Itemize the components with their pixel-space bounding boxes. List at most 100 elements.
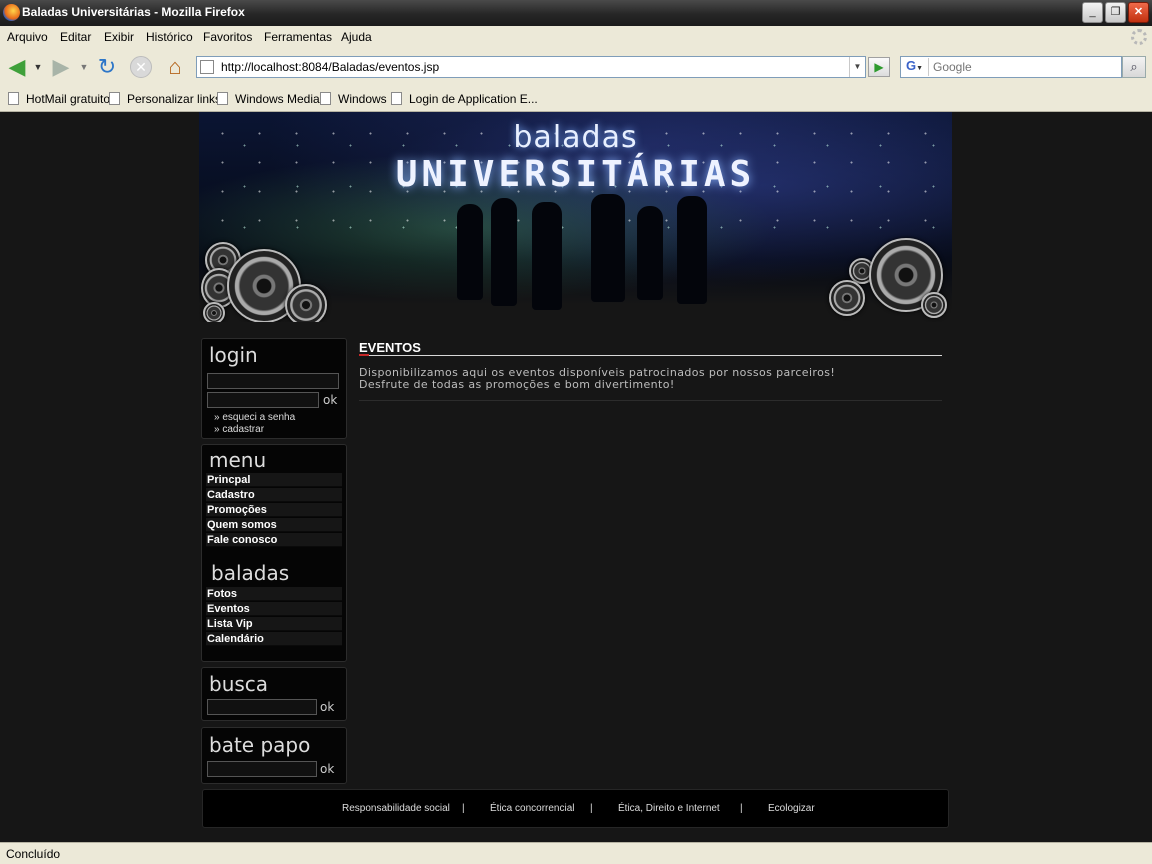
forgot-password-link[interactable]: » esqueci a senha [214, 412, 295, 423]
menu-ajuda[interactable]: Ajuda [341, 30, 372, 44]
firefox-icon [3, 4, 20, 21]
menu-item-fale-conosco[interactable]: Fale conosco [206, 533, 342, 547]
bookmark-hotmail[interactable]: HotMail gratuito [8, 92, 110, 106]
footer-link-responsabilidade-social[interactable]: Responsabilidade social [342, 803, 450, 814]
footer-link-etica-direito-internet[interactable]: Ética, Direito e Internet [618, 803, 720, 814]
bookmark-windows-media[interactable]: Windows Media [217, 92, 320, 106]
busca-input[interactable] [207, 699, 317, 715]
stop-icon[interactable]: ✕ [128, 54, 154, 80]
search-box[interactable]: G▼ [900, 56, 1122, 78]
menu-bar: Arquivo Editar Exibir Histórico Favorito… [0, 26, 1152, 48]
password-field[interactable] [207, 392, 319, 408]
minimize-button[interactable]: _ [1082, 2, 1103, 23]
search-site-box: busca ok [201, 667, 347, 721]
site-footer: Responsabilidade social | Ética concorre… [202, 789, 949, 828]
dancer-silhouette [637, 206, 663, 300]
go-button[interactable]: ▶ [868, 57, 890, 77]
bookmarks-toolbar: HotMail gratuito Personalizar links Wind… [0, 86, 1152, 112]
content-intro-line2: Desfrute de todas as promoções e bom div… [359, 378, 675, 391]
search-input[interactable] [933, 59, 1119, 75]
menu-editar[interactable]: Editar [60, 30, 91, 44]
reload-icon[interactable]: ↻ [94, 54, 120, 80]
menu-item-cadastro[interactable]: Cadastro [206, 488, 342, 502]
page-favicon-icon [200, 60, 214, 74]
site-banner: baladas UNIVERSITÁRIAS [199, 112, 952, 322]
busca-ok-button[interactable]: ok [320, 700, 334, 714]
page-icon [217, 92, 228, 105]
username-field[interactable] [207, 373, 339, 389]
page-viewport[interactable]: baladas UNIVERSITÁRIAS login ok » esquec… [0, 112, 1152, 842]
menu-arquivo[interactable]: Arquivo [7, 30, 48, 44]
speaker-icon [829, 280, 865, 316]
url-text[interactable]: http://localhost:8084/Baladas/eventos.js… [221, 60, 439, 74]
forward-dropdown-icon[interactable]: ▼ [78, 54, 90, 80]
page-icon [109, 92, 120, 105]
menu-item-fotos[interactable]: Fotos [206, 587, 342, 601]
footer-separator: | [740, 803, 743, 814]
chat-box: bate papo ok [201, 727, 347, 784]
menu-exibir[interactable]: Exibir [104, 30, 134, 44]
logo-baladas: baladas [513, 120, 638, 155]
page-title: EVENTOS [359, 340, 421, 355]
menu-favoritos[interactable]: Favoritos [203, 30, 252, 44]
back-arrow-icon[interactable]: ◀ [4, 54, 30, 80]
baladas-title: baladas [211, 561, 290, 585]
page-icon [391, 92, 402, 105]
status-text: Concluído [6, 847, 61, 861]
page-icon [8, 92, 19, 105]
register-link[interactable]: » cadastrar [214, 424, 264, 435]
menu-item-principal[interactable]: Princpal [206, 473, 342, 487]
footer-separator: | [590, 803, 593, 814]
login-ok-button[interactable]: ok [323, 393, 337, 407]
close-button[interactable]: ✕ [1128, 2, 1149, 23]
search-magnifier-icon[interactable]: ⌕ [1122, 56, 1146, 78]
menu-item-quem-somos[interactable]: Quem somos [206, 518, 342, 532]
dancer-silhouette [457, 204, 483, 300]
bookmark-label: Windows [338, 92, 387, 106]
bookmark-windows[interactable]: Windows [320, 92, 387, 106]
footer-separator: | [462, 803, 465, 814]
bookmark-label: Personalizar links [127, 92, 222, 106]
bate-papo-ok-button[interactable]: ok [320, 762, 334, 776]
logo-universitarias: UNIVERSITÁRIAS [395, 154, 756, 195]
maximize-button[interactable]: ❐ [1105, 2, 1126, 23]
menu-item-lista-vip[interactable]: Lista Vip [206, 617, 342, 631]
address-bar[interactable]: http://localhost:8084/Baladas/eventos.js… [196, 56, 866, 78]
bookmark-label: Windows Media [235, 92, 320, 106]
status-bar: Concluído [0, 842, 1152, 864]
google-engine-icon[interactable]: G▼ [903, 58, 929, 76]
menu-title: menu [209, 448, 267, 472]
busca-title: busca [209, 672, 269, 696]
bookmark-label: Login de Application E... [409, 92, 538, 106]
window-title: Baladas Universitárias - Mozilla Firefox [22, 5, 245, 19]
menu-historico[interactable]: Histórico [146, 30, 193, 44]
navigation-toolbar: ◀ ▼ ▶ ▼ ↻ ✕ ⌂ http://localhost:8084/Bala… [0, 48, 1152, 86]
bate-papo-input[interactable] [207, 761, 317, 777]
menu-ferramentas[interactable]: Ferramentas [264, 30, 332, 44]
menu-box: menu Princpal Cadastro Promoções Quem so… [201, 444, 347, 662]
menu-item-calendario[interactable]: Calendário [206, 632, 342, 646]
bookmark-label: HotMail gratuito [26, 92, 111, 106]
title-divider [359, 355, 942, 356]
window-titlebar[interactable]: Baladas Universitárias - Mozilla Firefox… [0, 0, 1152, 26]
title-accent [359, 354, 369, 356]
login-box: login ok » esqueci a senha » cadastrar [201, 338, 347, 439]
dancer-silhouette [591, 194, 625, 302]
search-engine-label: G [906, 58, 917, 73]
menu-item-eventos[interactable]: Eventos [206, 602, 342, 616]
forward-arrow-icon[interactable]: ▶ [48, 54, 74, 80]
menu-item-promocoes[interactable]: Promoções [206, 503, 342, 517]
content-divider [359, 400, 942, 401]
url-history-dropdown-icon[interactable]: ▼ [849, 57, 865, 77]
dancer-silhouette [677, 196, 707, 304]
dancer-silhouette [532, 202, 562, 310]
page-icon [320, 92, 331, 105]
speaker-icon [203, 302, 225, 322]
footer-link-ecologizar[interactable]: Ecologizar [768, 803, 815, 814]
back-dropdown-icon[interactable]: ▼ [32, 54, 44, 80]
footer-link-etica-concorrencial[interactable]: Ética concorrencial [490, 803, 574, 814]
bookmark-login-application[interactable]: Login de Application E... [391, 92, 538, 106]
speaker-icon [285, 284, 327, 322]
bookmark-personalizar-links[interactable]: Personalizar links [109, 92, 221, 106]
home-icon[interactable]: ⌂ [162, 54, 188, 80]
